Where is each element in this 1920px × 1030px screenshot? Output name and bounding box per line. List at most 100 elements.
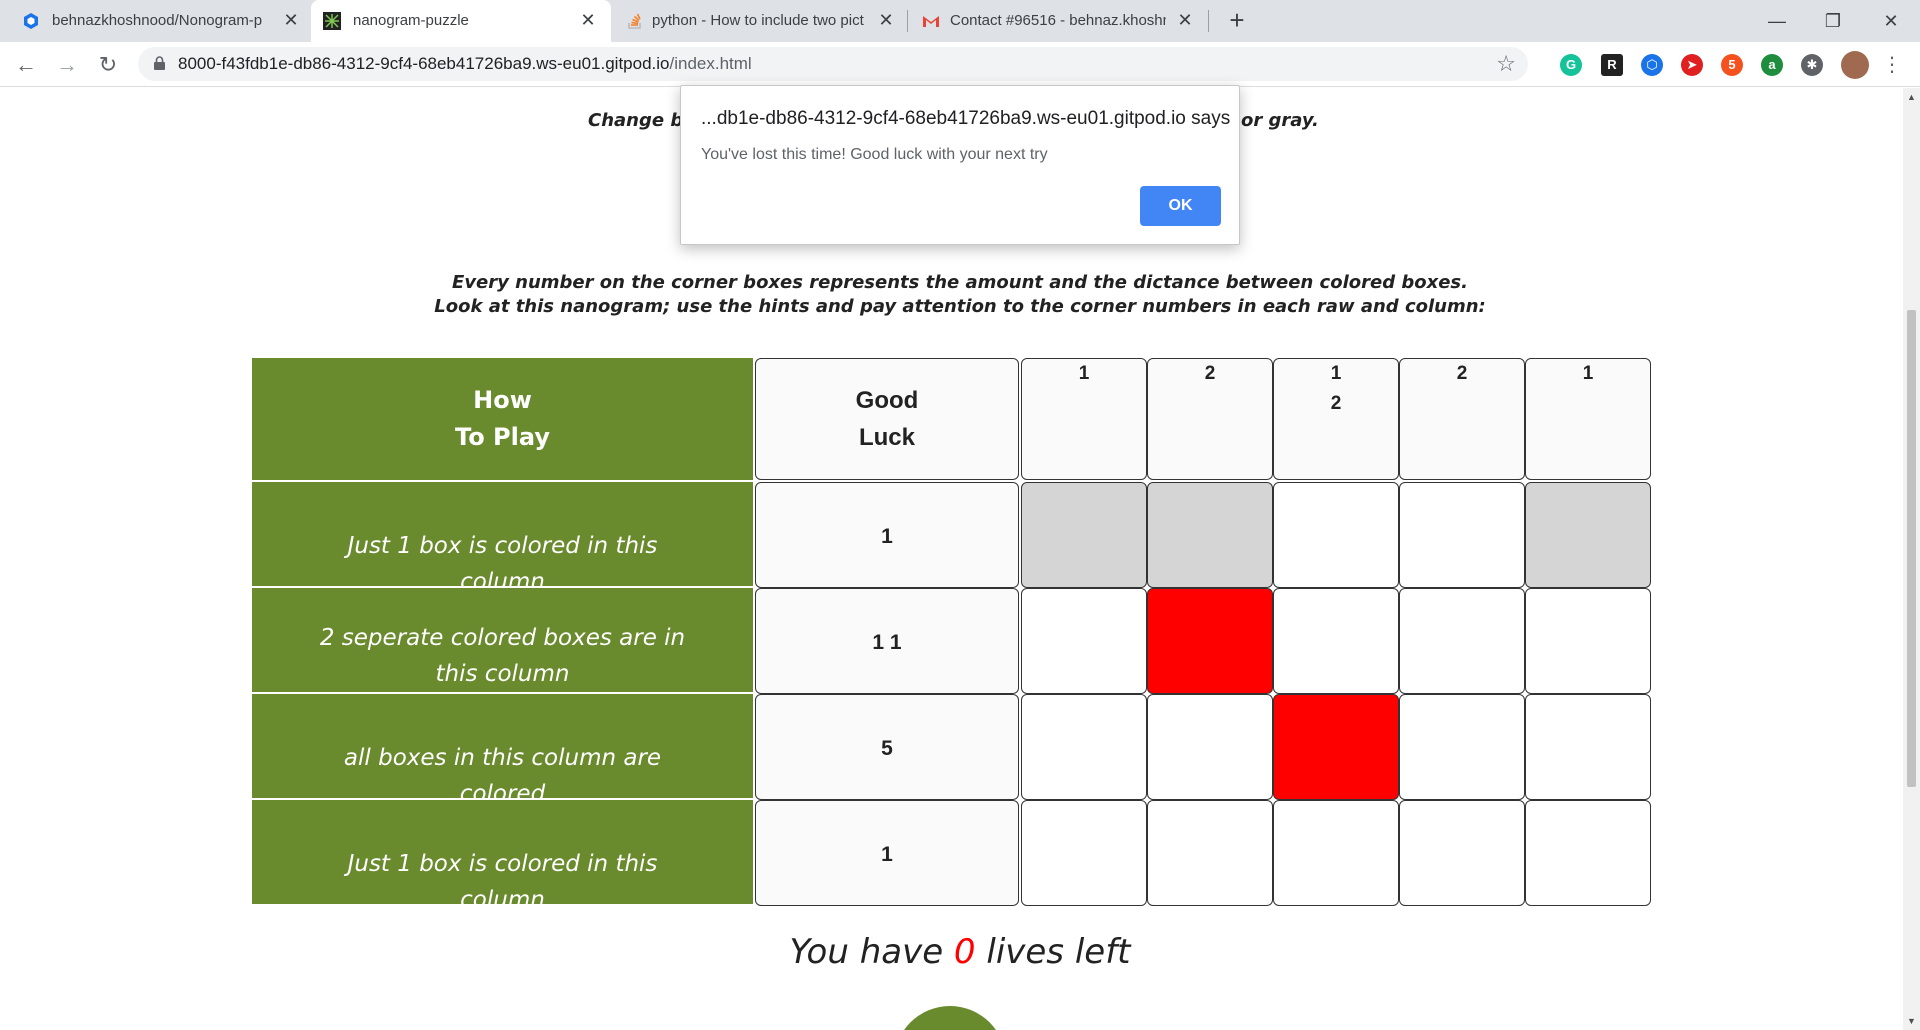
puzzle-cell[interactable] [1021,694,1147,800]
restore-button[interactable]: ❐ [1810,4,1856,38]
how-to-play-line: How [473,386,532,414]
puzzle-cell[interactable] [1525,800,1651,906]
url-text: 8000-f43fdb1e-db86-4312-9cf4-68eb41726ba… [178,54,752,74]
tab-close-icon[interactable]: ✕ [875,9,897,31]
scrollbar[interactable]: ▲ ▼ [1903,88,1920,1030]
row-howto-text: Just 1 box is colored in this column [252,800,753,904]
reload-icon[interactable]: ↻ [92,49,124,81]
tab-title: python - How to include two pict [652,12,864,29]
tab-nanogram[interactable]: nanogram-puzzle ✕ [311,0,611,42]
puzzle-cell[interactable] [1021,482,1147,588]
url-host: 8000-f43fdb1e-db86-4312-9cf4-68eb41726ba… [178,54,670,73]
column-hint-number: 2 [1456,363,1468,384]
ok-button[interactable]: OK [1140,186,1221,226]
tab-gmail[interactable]: Contact #96516 - behnaz.khoshn ✕ [908,0,1208,42]
puzzle-icon[interactable]: ✱ [1801,54,1823,76]
row-howto-label: all boxes in this column are colored [343,745,662,798]
tab-title: behnazkhoshnood/Nonogram-p [52,12,262,29]
column-hint-cell: 1 [1021,358,1147,480]
tab-close-icon[interactable]: ✕ [280,9,302,31]
address-bar[interactable]: 8000-f43fdb1e-db86-4312-9cf4-68eb41726ba… [138,47,1528,81]
good-luck-header: Good Luck [755,358,1019,480]
change-text-right: or gray. [1241,110,1319,131]
puzzle-cell[interactable] [1147,588,1273,694]
puzzle-cell[interactable] [1399,800,1525,906]
good-luck-line: Good [855,387,919,414]
how-to-play-header: How To Play [252,358,753,480]
gitpod-ext-icon[interactable]: ⬡ [1641,54,1663,76]
puzzle-cell[interactable] [1399,482,1525,588]
puzzle-cell[interactable] [1021,800,1147,906]
tab-close-icon[interactable]: ✕ [1174,9,1196,31]
puzzle-cell[interactable] [1147,482,1273,588]
lives-suffix: lives left [975,932,1131,972]
how-to-play-line: To Play [455,423,550,451]
r-extension-icon[interactable]: R [1601,54,1623,76]
puzzle-cell[interactable] [1525,694,1651,800]
dialog-title: ...db1e-db86-4312-9cf4-68eb41726ba9.ws-e… [701,108,1231,129]
good-luck-line: Luck [858,424,915,451]
lock-icon [154,56,165,70]
scroll-up-icon[interactable]: ▲ [1907,92,1916,102]
row-hint-number: 1 1 [872,631,902,654]
tab-separator [1208,10,1209,32]
close-window-button[interactable]: ✕ [1868,4,1914,38]
alert-dialog: ...db1e-db86-4312-9cf4-68eb41726ba9.ws-e… [680,85,1240,245]
back-icon[interactable]: ← [10,49,42,81]
column-hint-number: 2 [1330,393,1342,414]
column-hint-number: 1 [1582,363,1594,384]
red-arrow-ext-icon[interactable]: ➤ [1681,54,1703,76]
tab-stackoverflow[interactable]: python - How to include two pict ✕ [612,0,907,42]
row-hint-number: 5 [881,737,893,760]
orange-ext-icon[interactable]: 5 [1721,54,1743,76]
avatar[interactable] [1841,51,1869,79]
forward-icon[interactable]: → [51,49,83,81]
column-hint-cell: 1 [1525,358,1651,480]
puzzle-cell[interactable] [1525,588,1651,694]
column-hint-number: 2 [1204,363,1216,384]
stackoverflow-icon [628,13,641,29]
intro-line-2: Look at this nanogram; use the hints and… [434,296,1486,317]
gmail-icon [923,16,939,27]
puzzle-cell[interactable] [1273,800,1399,906]
puzzle-cell[interactable] [1147,800,1273,906]
row-howto-label: 2 seperate colored boxes are in this col… [319,625,686,687]
column-hint-number: 1 [1078,363,1090,384]
bookmark-star-icon[interactable]: ☆ [1496,51,1516,77]
nonogram-favicon [323,12,341,30]
gitpod-icon [24,13,38,29]
puzzle-cell[interactable] [1273,694,1399,800]
row-howto-text: 2 seperate colored boxes are in this col… [252,588,753,692]
minimize-button[interactable]: — [1754,4,1800,38]
puzzle-cell[interactable] [1399,588,1525,694]
new-tab-button[interactable]: + [1222,6,1252,36]
puzzle-cell[interactable] [1399,694,1525,800]
intro-line-1: Every number on the corner boxes represe… [452,272,1468,293]
puzzle-cell[interactable] [1273,588,1399,694]
lives-prefix: You have [789,932,954,972]
lives-counter: You have 0 lives left [0,932,1920,972]
row-howto-label: Just 1 box is colored in this column [347,533,658,586]
column-hint-cell: 2 [1147,358,1273,480]
puzzle-cell[interactable] [1021,588,1147,694]
scrollbar-thumb[interactable] [1907,310,1916,787]
column-hint-cell: 2 [1399,358,1525,480]
tab-close-icon[interactable]: ✕ [577,9,599,31]
lives-value: 0 [953,932,976,972]
green-action-button[interactable] [894,1006,1006,1030]
grammarly-icon[interactable]: G [1560,54,1582,76]
puzzle-cell[interactable] [1525,482,1651,588]
tab-title: Contact #96516 - behnaz.khoshn [950,12,1166,29]
url-path: /index.html [669,54,752,73]
row-hint-number: 1 [881,525,893,548]
badge-ext-icon[interactable]: a [1761,54,1783,76]
row-hint-number: 1 [881,843,893,866]
puzzle-cell[interactable] [1147,694,1273,800]
tab-github[interactable]: behnazkhoshnood/Nonogram-p ✕ [0,0,310,42]
scroll-down-icon[interactable]: ▼ [1907,1016,1916,1026]
tab-strip: behnazkhoshnood/Nonogram-p ✕ nanogram-pu… [0,0,1920,42]
puzzle-cell[interactable] [1273,482,1399,588]
menu-kebab-icon[interactable]: ⋮ [1876,49,1908,81]
row-hint-cell: 1 1 [755,588,1019,694]
row-howto-label: Just 1 box is colored in this column [347,851,658,904]
